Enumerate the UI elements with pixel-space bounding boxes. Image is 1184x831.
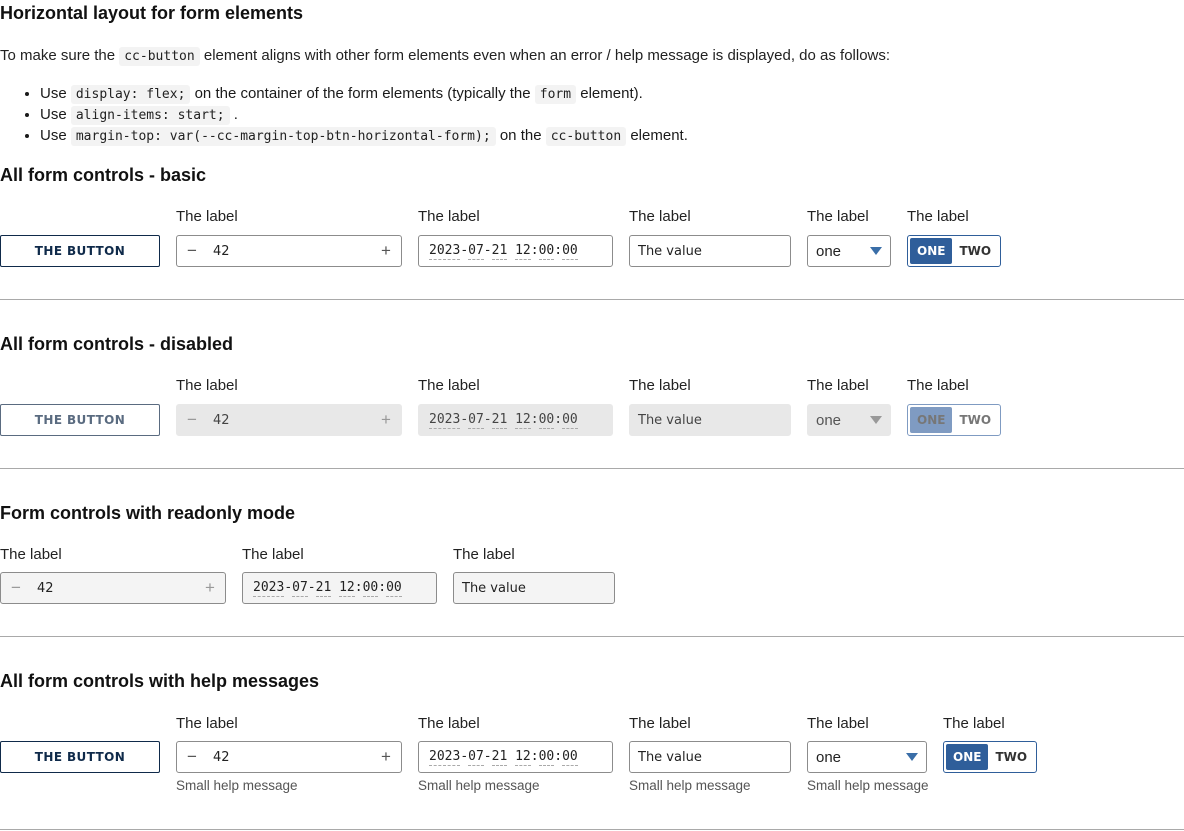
- number-value: 42: [213, 749, 230, 765]
- select-dropdown[interactable]: one: [807, 235, 891, 267]
- datetime-input[interactable]: 2023-07-21 12:00:00: [418, 235, 613, 267]
- text-label: The label: [629, 208, 691, 225]
- toggle-option-one[interactable]: ONE: [946, 744, 989, 770]
- toggle-label: The label: [943, 715, 1005, 732]
- text-label: The label: [629, 377, 691, 394]
- select-label: The label: [807, 377, 869, 394]
- select-label: The label: [807, 208, 869, 225]
- text-input-readonly[interactable]: The value: [453, 572, 615, 604]
- minus-icon[interactable]: −: [177, 236, 207, 266]
- text-input-help[interactable]: The value: [629, 741, 791, 773]
- minus-icon: −: [11, 578, 21, 597]
- section-title-readonly: Form controls with readonly mode: [0, 503, 296, 523]
- text-label: The label: [453, 546, 515, 563]
- toggle-label: The label: [907, 377, 969, 394]
- chevron-down-icon: [870, 247, 882, 255]
- toggle-group: ONE TWO: [907, 235, 1002, 267]
- the-button-help[interactable]: THE BUTTON: [0, 741, 160, 773]
- help-message: Small help message: [629, 778, 751, 793]
- list-item: Use display: flex; on the container of t…: [40, 83, 688, 104]
- plus-icon: +: [381, 410, 391, 429]
- toggle-option-one[interactable]: ONE: [910, 238, 953, 264]
- datetime-input-readonly[interactable]: 2023-07-21 12:00:00: [242, 572, 437, 604]
- help-message: Small help message: [807, 778, 929, 793]
- number-input-readonly[interactable]: − 42 +: [0, 572, 226, 604]
- toggle-label: The label: [907, 208, 969, 225]
- number-input-help[interactable]: − 42 +: [176, 741, 402, 773]
- number-label: The label: [0, 546, 62, 563]
- divider: [0, 829, 1184, 830]
- the-button[interactable]: THE BUTTON: [0, 235, 160, 267]
- list-item: Use align-items: start; .: [40, 104, 688, 125]
- select-value: one: [816, 748, 842, 766]
- plus-icon: +: [205, 578, 215, 597]
- select-label: The label: [807, 715, 869, 732]
- guide-list: Use display: flex; on the container of t…: [0, 83, 688, 146]
- toggle-option-two[interactable]: TWO: [952, 407, 998, 433]
- select-value: one: [816, 242, 842, 260]
- text-input[interactable]: The value: [629, 235, 791, 267]
- divider: [0, 468, 1184, 469]
- plus-icon[interactable]: +: [371, 742, 401, 772]
- section-title-help: All form controls with help messages: [0, 671, 320, 691]
- the-button-disabled[interactable]: THE BUTTON: [0, 404, 160, 436]
- minus-icon[interactable]: −: [177, 742, 207, 772]
- number-label: The label: [176, 715, 238, 732]
- datetime-input-help[interactable]: 2023-07-21 12:00:00: [418, 741, 613, 773]
- toggle-option-two[interactable]: TWO: [952, 238, 998, 264]
- chevron-down-icon: [870, 416, 882, 424]
- select-dropdown-help[interactable]: one: [807, 741, 927, 773]
- inline-code: cc-button: [119, 47, 200, 66]
- number-value: 42: [37, 580, 54, 596]
- intro-paragraph: To make sure the cc-button element align…: [0, 47, 891, 66]
- minus-icon: −: [187, 410, 197, 429]
- divider: [0, 636, 1184, 637]
- section-title-basic: All form controls - basic: [0, 165, 207, 185]
- text-label: The label: [629, 715, 691, 732]
- text-input-disabled[interactable]: The value: [629, 404, 791, 436]
- toggle-group-disabled: ONE TWO: [907, 404, 1002, 436]
- number-value: 42: [213, 412, 230, 428]
- plus-icon[interactable]: +: [371, 236, 401, 266]
- page-title: Horizontal layout for form elements: [0, 3, 304, 23]
- divider: [0, 299, 1184, 300]
- chevron-down-icon: [906, 753, 918, 761]
- datetime-label: The label: [418, 377, 480, 394]
- help-message: Small help message: [418, 778, 540, 793]
- toggle-option-two[interactable]: TWO: [988, 744, 1034, 770]
- select-value: one: [816, 411, 842, 429]
- number-input-disabled[interactable]: − 42 +: [176, 404, 402, 436]
- select-dropdown-disabled[interactable]: one: [807, 404, 891, 436]
- datetime-label: The label: [418, 208, 480, 225]
- list-item: Use margin-top: var(--cc-margin-top-btn-…: [40, 125, 688, 146]
- number-input[interactable]: − 42 +: [176, 235, 402, 267]
- datetime-label: The label: [418, 715, 480, 732]
- toggle-option-one[interactable]: ONE: [910, 407, 953, 433]
- number-label: The label: [176, 208, 238, 225]
- datetime-input-disabled[interactable]: 2023-07-21 12:00:00: [418, 404, 613, 436]
- number-label: The label: [176, 377, 238, 394]
- section-title-disabled: All form controls - disabled: [0, 334, 234, 354]
- toggle-group-help: ONE TWO: [943, 741, 1038, 773]
- datetime-label: The label: [242, 546, 304, 563]
- number-value: 42: [213, 243, 230, 259]
- help-message: Small help message: [176, 778, 298, 793]
